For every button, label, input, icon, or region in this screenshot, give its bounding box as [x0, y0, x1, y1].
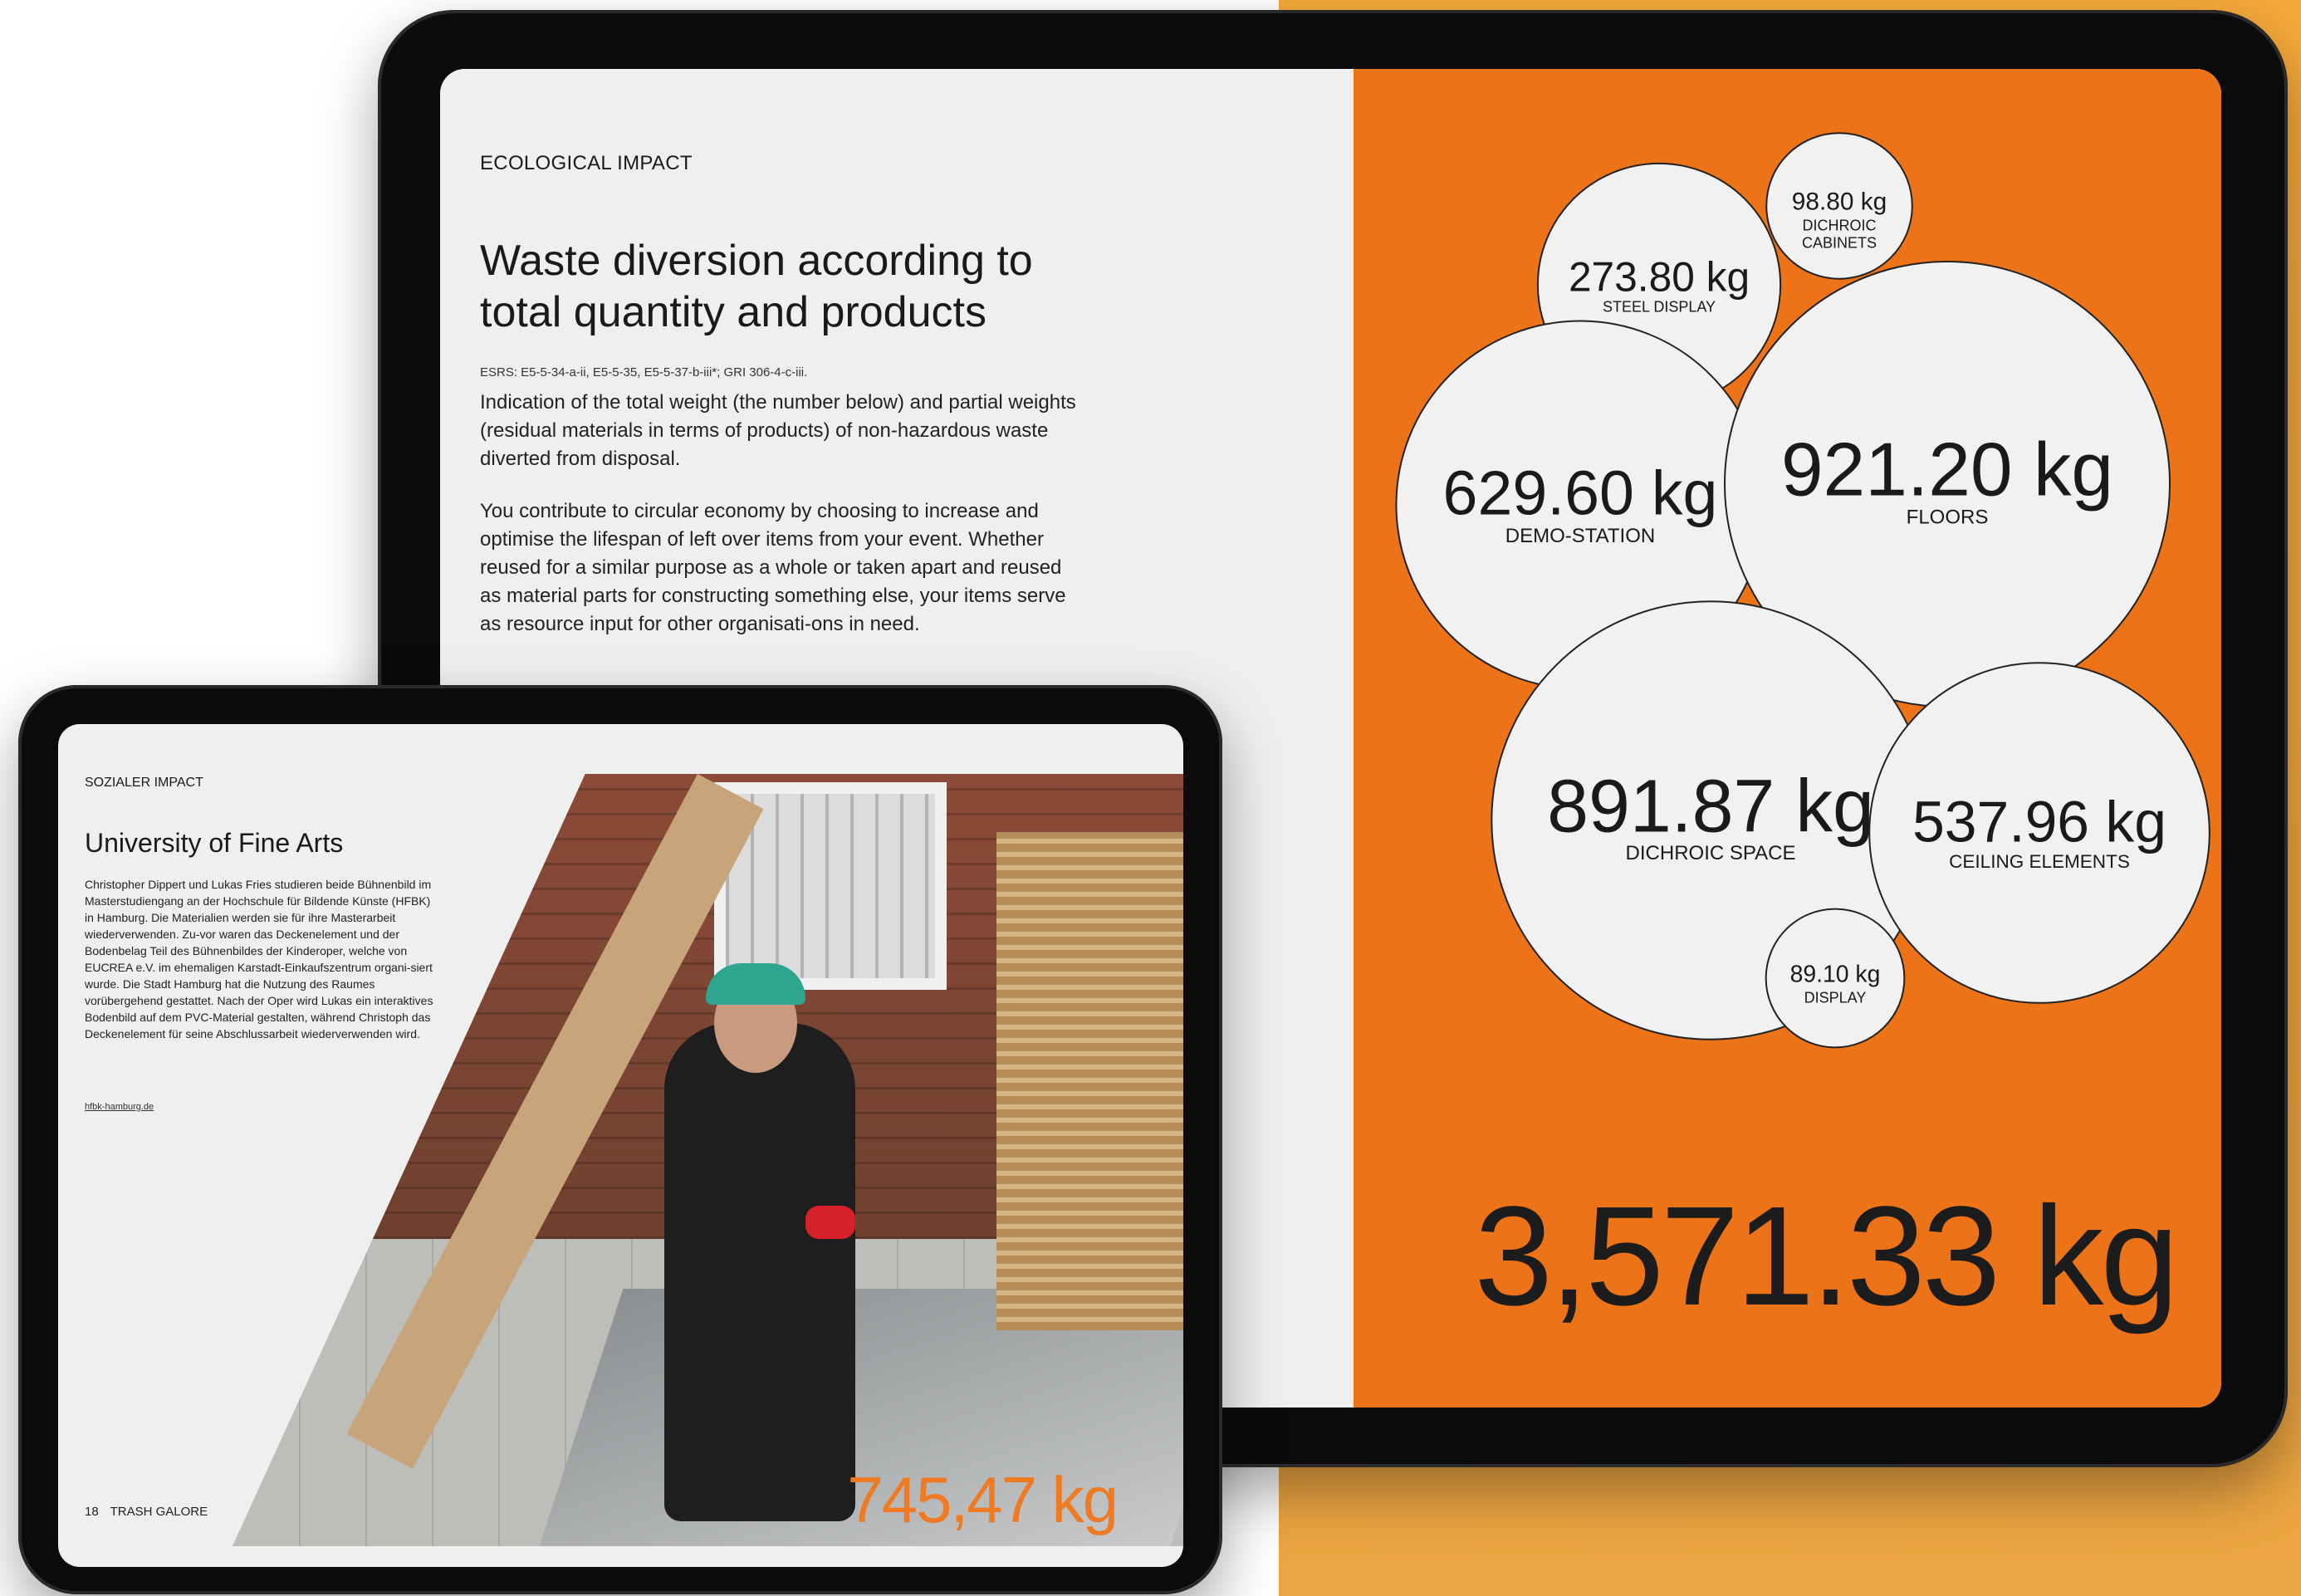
worker-figure: [664, 1023, 855, 1521]
title-line-1: Waste diversion according to: [480, 237, 1033, 285]
bubble-display: 89.10 kg DISPLAY: [1765, 908, 1906, 1049]
bubble-chart-panel: 98.80 kg DICHROIC CABINETS 273.80 kg STEEL D…: [1354, 69, 2221, 1408]
bubble-ceiling-elements: 537.96 kgCEILING ELEMENTS: [1868, 662, 2210, 1004]
bubble-category-label: DICHROIC: [1803, 218, 1877, 234]
brand-name: TRASH GALORE: [110, 1505, 208, 1519]
bubble-category-label: CABINETS: [1802, 234, 1877, 251]
wood-board-stack: [996, 832, 1183, 1330]
bubble-value-label: 537.96 kg: [1912, 789, 2166, 854]
page-title: Waste diversion according to total quant…: [480, 235, 1144, 338]
bubble-dichroic-cabinets: 98.80 kg DICHROICCABINETS: [1765, 132, 1913, 280]
bubble-category-label: DEMO-STATION: [1505, 525, 1655, 547]
bubble-category-label: DICHROIC SPACE: [1626, 842, 1796, 864]
small-tablet-screen: SOZIALER IMPACT University of Fine Arts …: [58, 724, 1183, 1567]
social-body: Christopher Dippert und Lukas Fries stud…: [85, 878, 433, 1040]
total-weight: 3,571.33 kg: [1474, 1177, 2179, 1335]
title-line-2: total quantity and products: [480, 288, 986, 336]
bubble-category-label: CEILING ELEMENTS: [1949, 851, 2130, 872]
bubble-value-label: 629.60 kg: [1443, 458, 1718, 527]
description-paragraph-2: You contribute to circular economy by ch…: [480, 500, 1066, 635]
bubble-value-label: 89.10 kg: [1790, 961, 1881, 987]
page-footer: 18 TRASH GALORE: [85, 1505, 216, 1519]
bubble-category-label: STEEL DISPLAY: [1603, 299, 1716, 316]
worker-cap: [706, 963, 805, 1005]
reference-codes: ESRS: E5-5-34-a-ii, E5-5-35, E5-5-37-b-i…: [480, 365, 808, 379]
description-paragraph-1: Indication of the total weight (the numb…: [480, 391, 1076, 470]
bubble-value-label: 98.80 kg: [1792, 188, 1887, 215]
social-kicker: SOZIALER IMPACT: [85, 776, 203, 790]
bubble-category-label: DISPLAY: [1804, 989, 1867, 1006]
bubble-value-label: 273.80 kg: [1569, 253, 1750, 300]
bubble-value-label: 891.87 kg: [1547, 764, 1874, 847]
section-kicker: ECOLOGICAL IMPACT: [480, 152, 693, 174]
photo-weight: 745,47 kg: [847, 1463, 1119, 1536]
bubble-value-label: 921.20 kg: [1781, 428, 2113, 512]
red-glove: [805, 1206, 855, 1239]
page-number: 18: [85, 1505, 99, 1519]
social-title: University of Fine Arts: [85, 828, 344, 858]
bubble-category-label: FLOORS: [1907, 506, 1989, 528]
hfbk-link[interactable]: hfbk-hamburg.de: [85, 1102, 154, 1112]
